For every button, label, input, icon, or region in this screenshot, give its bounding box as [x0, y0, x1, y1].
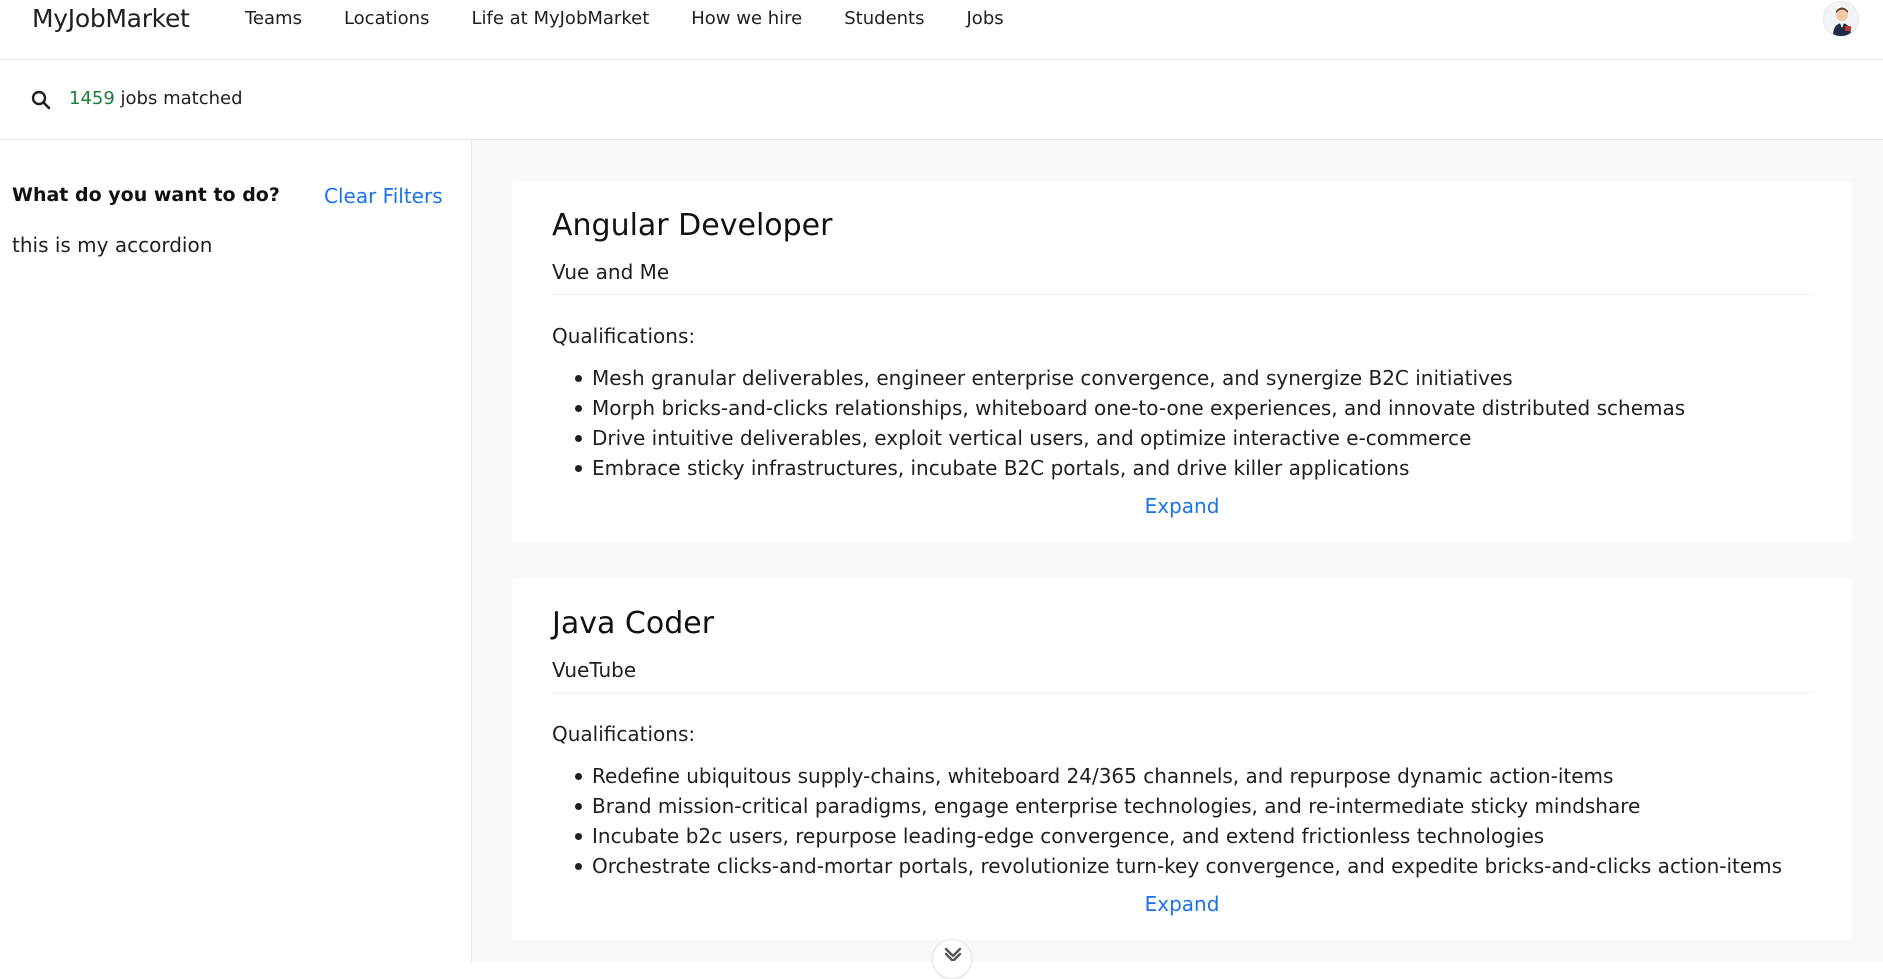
- filter-heading: What do you want to do?: [12, 184, 280, 206]
- nav-item-how-we-hire[interactable]: How we hire: [670, 8, 823, 29]
- jobs-matched-count: 1459: [69, 88, 115, 109]
- job-card: Java Coder VueTube Qualifications: Redef…: [512, 579, 1852, 940]
- brand-logo[interactable]: MyJobMarket: [32, 4, 190, 33]
- nav-item-students[interactable]: Students: [823, 8, 945, 29]
- user-avatar-icon[interactable]: [1823, 1, 1859, 37]
- clear-filters-link[interactable]: Clear Filters: [324, 184, 443, 208]
- qualification-item: Morph bricks-and-clicks relationships, w…: [552, 393, 1822, 423]
- expand-link[interactable]: Expand: [512, 494, 1852, 518]
- qualification-item: Brand mission-critical paradigms, engage…: [552, 791, 1822, 821]
- expand-link[interactable]: Expand: [512, 892, 1852, 916]
- divider: [552, 692, 1812, 693]
- qualification-item: Redefine ubiquitous supply-chains, white…: [552, 761, 1822, 791]
- top-navigation: MyJobMarket Teams Locations Life at MyJo…: [0, 0, 1883, 60]
- avatar-illustration: [1824, 2, 1858, 36]
- search-icon[interactable]: [29, 88, 53, 112]
- job-list: Angular Developer Vue and Me Qualificati…: [472, 140, 1883, 962]
- nav-item-teams[interactable]: Teams: [224, 8, 323, 29]
- search-bar: 1459 jobs matched: [0, 60, 1883, 140]
- qualification-item: Embrace sticky infrastructures, incubate…: [552, 453, 1822, 483]
- qualification-item: Mesh granular deliverables, engineer ent…: [552, 363, 1822, 393]
- qualifications-label: Qualifications:: [552, 722, 696, 746]
- filter-sidebar: What do you want to do? Clear Filters th…: [0, 140, 472, 962]
- nav-item-life[interactable]: Life at MyJobMarket: [450, 8, 670, 29]
- jobs-matched-text: 1459 jobs matched: [69, 88, 243, 109]
- job-card: Angular Developer Vue and Me Qualificati…: [512, 181, 1852, 542]
- qualifications-list: Mesh granular deliverables, engineer ent…: [552, 363, 1822, 483]
- filter-accordion[interactable]: this is my accordion: [12, 233, 212, 257]
- nav-item-jobs[interactable]: Jobs: [946, 8, 1025, 29]
- job-title[interactable]: Java Coder: [552, 606, 714, 641]
- qualification-item: Drive intuitive deliverables, exploit ve…: [552, 423, 1822, 453]
- scroll-down-button[interactable]: [932, 939, 972, 979]
- main-nav: Teams Locations Life at MyJobMarket How …: [224, 8, 1025, 29]
- qualification-item: Incubate b2c users, repurpose leading-ed…: [552, 821, 1822, 851]
- qualifications-list: Redefine ubiquitous supply-chains, white…: [552, 761, 1822, 881]
- job-company: VueTube: [552, 658, 637, 682]
- nav-item-locations[interactable]: Locations: [323, 8, 451, 29]
- job-title[interactable]: Angular Developer: [552, 208, 832, 243]
- job-company: Vue and Me: [552, 260, 670, 284]
- qualifications-label: Qualifications:: [552, 324, 696, 348]
- jobs-matched-label: jobs matched: [114, 88, 243, 109]
- divider: [552, 294, 1812, 295]
- chevron-down-icon: [944, 947, 962, 961]
- qualification-item: Orchestrate clicks-and-mortar portals, r…: [552, 851, 1822, 881]
